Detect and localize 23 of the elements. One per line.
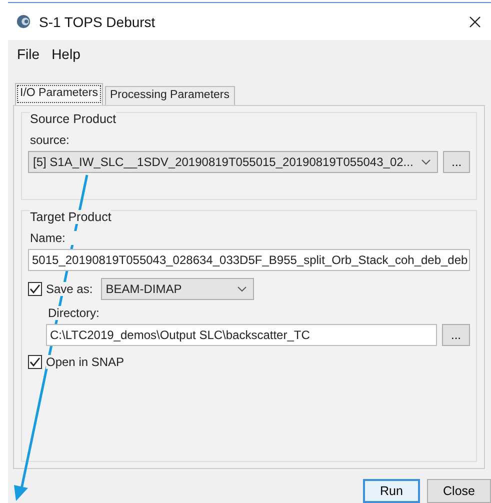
group-title: Target Product <box>30 210 112 224</box>
close-button[interactable]: Close <box>427 479 491 503</box>
name-field[interactable]: 5015_20190819T055043_028634_033D5F_B955_split_Orb_Stack_coh_deb_deb <box>28 249 470 271</box>
caret-icon <box>236 286 247 292</box>
directory-field[interactable]: C:\LTC2019_demos\Output SLC\backscatter_TC <box>46 324 437 346</box>
source-dropdown[interactable]: [5] S1A_IW_SLC__1SDV_20190819T055015_20190819T055043_02... <box>28 151 438 173</box>
browse-button[interactable]: ... <box>442 324 470 346</box>
group-title: Source Product <box>30 112 116 126</box>
run-button[interactable]: Run <box>363 479 420 503</box>
checkbox[interactable] <box>28 282 42 296</box>
caret-icon <box>421 159 432 165</box>
checkbox-label: Open in SNAP <box>46 355 124 369</box>
tab[interactable]: Processing Parameters <box>104 86 234 105</box>
checkbox[interactable] <box>28 355 42 369</box>
app-logo-icon <box>16 14 31 29</box>
browse-button[interactable]: ... <box>443 151 470 173</box>
menu-item[interactable]: Help <box>52 46 80 62</box>
format-dropdown[interactable]: BEAM-DIMAP <box>100 278 254 300</box>
checkbox-label: Save as: <box>46 282 93 296</box>
menu-item[interactable]: File <box>17 46 40 62</box>
window-title: S-1 TOPS Deburst <box>39 14 156 30</box>
tab[interactable]: I/O Parameters <box>15 83 103 105</box>
close-icon[interactable] <box>469 16 481 28</box>
